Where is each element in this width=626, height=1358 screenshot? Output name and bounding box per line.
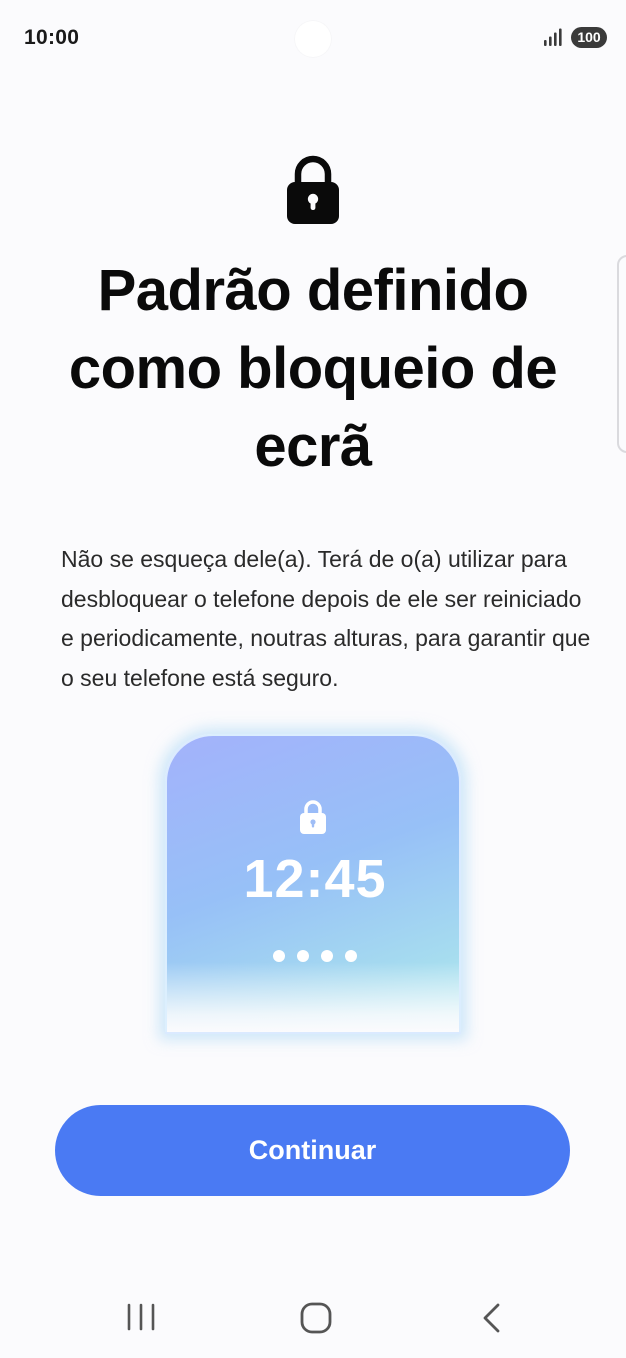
battery-level: 100: [577, 29, 601, 45]
continue-button[interactable]: Continuar: [55, 1105, 570, 1196]
lock-icon: [287, 155, 339, 224]
battery-icon: 100: [571, 27, 607, 48]
status-time: 10:00: [24, 26, 80, 49]
description-text: Não se esqueça dele(a). Terá de o(a) uti…: [61, 546, 591, 691]
screen: 10:00 100 Padrão definido como bloqueio …: [0, 0, 626, 1358]
status-bar: 10:00 100: [0, 0, 626, 76]
navigation-bar: [0, 1285, 626, 1358]
home-icon[interactable]: [297, 1301, 335, 1335]
camera-cutout: [295, 21, 331, 57]
back-icon[interactable]: [474, 1301, 508, 1335]
illustration-fade: [167, 962, 459, 1032]
recents-icon[interactable]: [122, 1302, 160, 1332]
page-title: Padrão definido como bloqueio de ecrã: [68, 258, 558, 479]
lock-screen-illustration: 12:45: [150, 722, 476, 1042]
pin-dot: [321, 950, 333, 962]
signal-icon: [544, 28, 562, 46]
pin-dot: [273, 950, 285, 962]
edge-panel-handle[interactable]: [617, 255, 626, 453]
illustration-clock: 12:45: [243, 849, 387, 909]
pin-dots: [167, 950, 459, 962]
pin-dot: [297, 950, 309, 962]
phone-mockup: 12:45: [165, 734, 461, 1034]
lock-icon: [300, 800, 326, 834]
pin-dot: [345, 950, 357, 962]
